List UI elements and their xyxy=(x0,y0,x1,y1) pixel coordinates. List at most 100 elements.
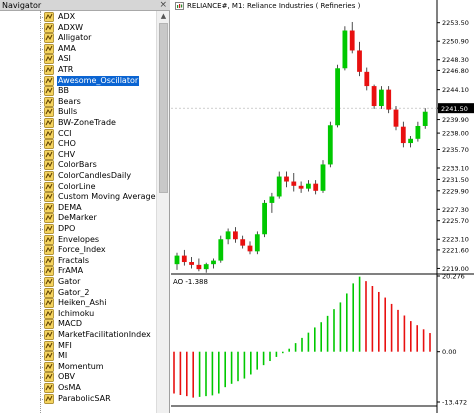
indicator-icon xyxy=(44,192,54,203)
candle-body xyxy=(342,30,348,69)
navigator-item[interactable]: Bulls xyxy=(40,107,156,118)
navigator-item[interactable]: ADXW xyxy=(40,23,156,33)
price-tick-label: 2225.70 xyxy=(442,217,469,225)
navigator-item-label: DeMarker xyxy=(58,213,97,223)
navigator-item-label: CCI xyxy=(58,128,72,138)
navigator-item-label: Envelopes xyxy=(58,234,100,244)
navigator-item[interactable]: Bears xyxy=(40,97,156,107)
navigator-item[interactable]: DPO xyxy=(40,224,156,234)
navigator-item[interactable]: CCI xyxy=(40,129,156,139)
navigator-item-label: FrAMA xyxy=(58,266,84,276)
scrollbar-thumb[interactable] xyxy=(159,23,168,193)
navigator-item[interactable]: ASI xyxy=(40,54,156,65)
navigator-item[interactable]: Ichimoku xyxy=(40,309,156,319)
candle-body xyxy=(320,164,326,191)
indicator-icon xyxy=(44,287,54,298)
candle-body xyxy=(203,264,209,270)
indicator-icon xyxy=(44,96,54,107)
navigator-item[interactable]: Fractals xyxy=(40,256,156,266)
candle-body xyxy=(247,245,253,252)
navigator-item[interactable]: AMA xyxy=(40,44,156,54)
navigator-item-label: Bulls xyxy=(58,107,78,117)
navigator-item[interactable]: DEMA xyxy=(40,203,156,213)
navigator-item[interactable]: Awesome_Oscillator xyxy=(40,75,156,86)
navigator-item-label: ATR xyxy=(58,65,74,74)
navigator-item[interactable]: BW-ZoneTrade xyxy=(40,118,156,128)
indicator-icon xyxy=(44,319,54,330)
candle-body xyxy=(400,126,406,144)
chart-window[interactable]: RELIANCE#, M1: Reliance Industries ( Ref… xyxy=(171,0,474,413)
price-tick-label: 2246.80 xyxy=(442,67,469,75)
navigator-item[interactable]: FrAMA xyxy=(40,266,156,277)
candle-body xyxy=(276,176,282,197)
navigator-item[interactable]: MACD xyxy=(40,319,156,330)
navigator-item[interactable]: Force_Index xyxy=(40,245,156,256)
navigator-item[interactable]: OsMA xyxy=(40,383,156,393)
indicator-icon xyxy=(44,361,54,372)
candle-body xyxy=(386,89,392,110)
close-icon[interactable]: × xyxy=(159,0,167,11)
candle-body xyxy=(357,50,362,72)
navigator-item[interactable]: MI xyxy=(40,351,156,362)
navigator-scrollbar[interactable]: ▲ xyxy=(156,11,169,413)
navigator-item-label: MI xyxy=(58,351,68,361)
navigator-item[interactable]: MarketFacilitationIndex xyxy=(40,330,156,340)
indicator-icon xyxy=(44,22,54,33)
navigator-item-label: Custom Moving Average xyxy=(58,192,156,202)
current-price-label: 2241.50 xyxy=(441,105,468,113)
price-tick-label: 2227.30 xyxy=(442,206,469,214)
navigator-item-label: MarketFacilitationIndex xyxy=(58,330,151,339)
navigator-item[interactable]: ATR xyxy=(40,65,156,75)
navigator-item[interactable]: OBV xyxy=(40,372,156,383)
navigator-item[interactable]: ColorLine xyxy=(40,182,156,192)
navigator-item[interactable]: ADX xyxy=(40,12,156,22)
candle-body xyxy=(240,239,246,246)
navigator-item[interactable]: MFI xyxy=(40,341,156,351)
chart-canvas[interactable]: 2253.50 2250.90 2248.30 2246.80 2244.10 2241.… xyxy=(171,0,474,413)
candle-body xyxy=(408,138,413,144)
navigator-item-label: BB xyxy=(58,86,69,96)
indicator-icon xyxy=(44,118,54,128)
indicator-icon xyxy=(44,351,54,362)
price-tick-label: 2253.50 xyxy=(442,19,469,27)
scroll-up-arrow-icon[interactable]: ▲ xyxy=(157,11,170,21)
navigator-item[interactable]: Momentum xyxy=(40,362,156,372)
indicator-icon xyxy=(44,86,54,97)
indicator-icon xyxy=(44,255,54,266)
navigator-item-label: ASI xyxy=(58,54,71,64)
indicator-icon xyxy=(44,202,54,213)
price-tick-label: 2231.50 xyxy=(442,176,469,184)
navigator-item[interactable]: Heiken_Ashi xyxy=(40,298,156,309)
navigator-item-label: ADX xyxy=(58,12,76,21)
navigator-item[interactable]: Custom Moving Average xyxy=(40,192,156,203)
navigator-item-label: OBV xyxy=(58,372,76,382)
candle-body xyxy=(415,125,421,139)
indicator-icon xyxy=(44,139,54,150)
candle-body xyxy=(225,231,231,240)
navigator-item[interactable]: Gator_2 xyxy=(40,288,156,298)
navigator-item-label: MACD xyxy=(58,319,82,329)
indicator-icon xyxy=(44,107,54,118)
indicator-icon xyxy=(44,298,54,309)
candle-body xyxy=(335,68,340,126)
candle-body xyxy=(298,185,304,189)
price-tick-label: 2223.10 xyxy=(442,236,469,244)
navigator-item[interactable]: ParabolicSAR xyxy=(40,394,156,404)
navigator-item[interactable]: ColorBars xyxy=(40,160,156,171)
navigator-item[interactable]: Alligator xyxy=(40,33,156,44)
candle-body xyxy=(422,111,428,126)
candle-body xyxy=(313,183,319,191)
navigator-item[interactable]: ColorCandlesDaily xyxy=(40,171,156,181)
navigator-item[interactable]: CHO xyxy=(40,139,156,150)
navigator-item-label: ColorBars xyxy=(58,160,97,170)
candle-body xyxy=(379,89,384,107)
navigator-item-label: Alligator xyxy=(58,33,92,43)
navigator-item-label: DPO xyxy=(58,224,76,233)
navigator-item[interactable]: Envelopes xyxy=(40,235,156,245)
navigator-item-label: ParabolicSAR xyxy=(58,393,111,403)
navigator-item[interactable]: BB xyxy=(40,86,156,97)
navigator-item[interactable]: CHV xyxy=(40,150,156,160)
navigator-item[interactable]: Gator xyxy=(40,277,156,287)
price-tick-label: 2229.90 xyxy=(442,187,469,195)
navigator-item[interactable]: DeMarker xyxy=(40,213,156,224)
